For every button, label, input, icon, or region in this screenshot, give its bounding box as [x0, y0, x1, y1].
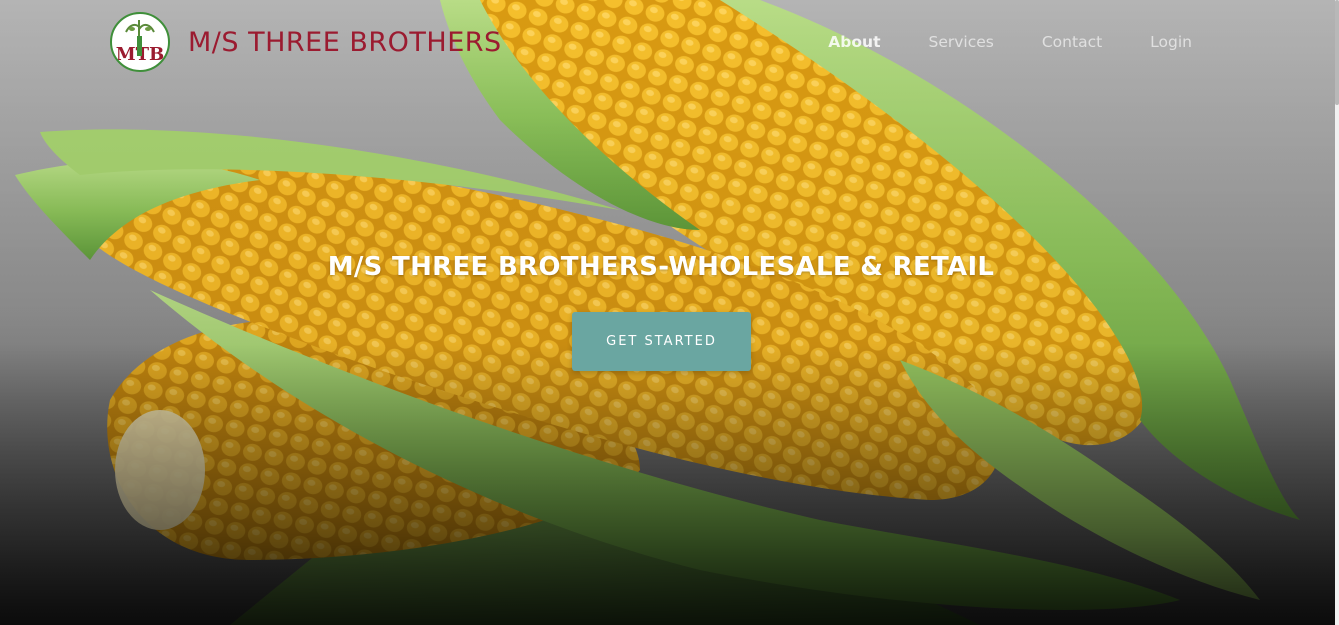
logo-emblem-icon: MTB — [113, 15, 167, 69]
nav-link-contact[interactable]: Contact — [1042, 33, 1102, 51]
navbar: MTB M/S THREE BROTHERS About Services Co… — [0, 0, 1339, 90]
scrollbar-track[interactable] — [1335, 0, 1339, 625]
brand-name: M/S THREE BROTHERS — [188, 26, 502, 58]
nav-link-services[interactable]: Services — [928, 33, 993, 51]
get-started-button[interactable]: GET STARTED — [572, 312, 751, 371]
nav-link-login[interactable]: Login — [1150, 33, 1192, 51]
nav-link-about[interactable]: About — [828, 33, 880, 51]
page: MTB M/S THREE BROTHERS About Services Co… — [0, 0, 1339, 625]
brand-link[interactable]: MTB M/S THREE BROTHERS — [110, 12, 502, 72]
hero-title: M/S THREE BROTHERS-WHOLESALE & RETAIL — [327, 252, 995, 282]
scrollbar-thumb[interactable] — [1335, 0, 1339, 105]
brand-logo: MTB — [110, 12, 170, 72]
nav-links: About Services Contact Login — [780, 33, 1192, 51]
